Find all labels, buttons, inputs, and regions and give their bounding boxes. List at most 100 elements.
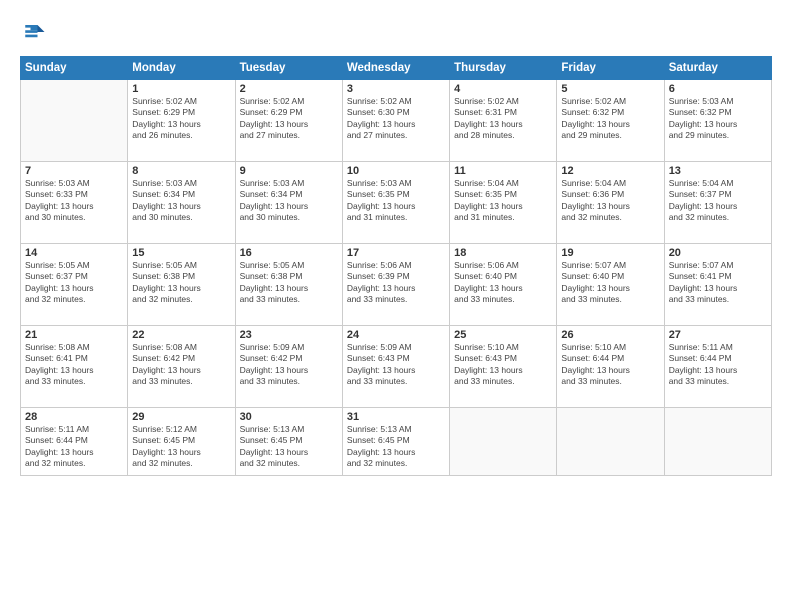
day-info: Sunrise: 5:02 AMSunset: 6:30 PMDaylight:… [347,96,445,142]
weekday-header-wednesday: Wednesday [342,57,449,80]
calendar-cell: 31Sunrise: 5:13 AMSunset: 6:45 PMDayligh… [342,408,449,476]
calendar-cell: 13Sunrise: 5:04 AMSunset: 6:37 PMDayligh… [664,162,771,244]
day-info: Sunrise: 5:02 AMSunset: 6:32 PMDaylight:… [561,96,659,142]
day-number: 4 [454,83,552,95]
day-info: Sunrise: 5:09 AMSunset: 6:43 PMDaylight:… [347,342,445,388]
day-info: Sunrise: 5:07 AMSunset: 6:40 PMDaylight:… [561,260,659,306]
calendar-cell: 24Sunrise: 5:09 AMSunset: 6:43 PMDayligh… [342,326,449,408]
calendar-cell: 4Sunrise: 5:02 AMSunset: 6:31 PMDaylight… [450,80,557,162]
weekday-header-row: SundayMondayTuesdayWednesdayThursdayFrid… [21,57,772,80]
day-info: Sunrise: 5:05 AMSunset: 6:37 PMDaylight:… [25,260,123,306]
day-info: Sunrise: 5:11 AMSunset: 6:44 PMDaylight:… [25,424,123,470]
day-number: 2 [240,83,338,95]
day-number: 26 [561,329,659,341]
calendar-cell [557,408,664,476]
day-number: 29 [132,411,230,423]
calendar-cell [450,408,557,476]
calendar-cell: 28Sunrise: 5:11 AMSunset: 6:44 PMDayligh… [21,408,128,476]
calendar-cell: 15Sunrise: 5:05 AMSunset: 6:38 PMDayligh… [128,244,235,326]
weekday-header-friday: Friday [557,57,664,80]
day-info: Sunrise: 5:13 AMSunset: 6:45 PMDaylight:… [240,424,338,470]
calendar-week-row: 21Sunrise: 5:08 AMSunset: 6:41 PMDayligh… [21,326,772,408]
day-number: 28 [25,411,123,423]
day-info: Sunrise: 5:05 AMSunset: 6:38 PMDaylight:… [132,260,230,306]
calendar-cell: 12Sunrise: 5:04 AMSunset: 6:36 PMDayligh… [557,162,664,244]
day-info: Sunrise: 5:03 AMSunset: 6:35 PMDaylight:… [347,178,445,224]
page: SundayMondayTuesdayWednesdayThursdayFrid… [0,0,792,612]
calendar-cell: 30Sunrise: 5:13 AMSunset: 6:45 PMDayligh… [235,408,342,476]
calendar-cell [21,80,128,162]
weekday-header-thursday: Thursday [450,57,557,80]
calendar-cell: 6Sunrise: 5:03 AMSunset: 6:32 PMDaylight… [664,80,771,162]
calendar-cell: 27Sunrise: 5:11 AMSunset: 6:44 PMDayligh… [664,326,771,408]
day-number: 22 [132,329,230,341]
calendar-cell: 14Sunrise: 5:05 AMSunset: 6:37 PMDayligh… [21,244,128,326]
day-number: 6 [669,83,767,95]
calendar-cell: 18Sunrise: 5:06 AMSunset: 6:40 PMDayligh… [450,244,557,326]
calendar-week-row: 7Sunrise: 5:03 AMSunset: 6:33 PMDaylight… [21,162,772,244]
day-info: Sunrise: 5:03 AMSunset: 6:33 PMDaylight:… [25,178,123,224]
day-info: Sunrise: 5:11 AMSunset: 6:44 PMDaylight:… [669,342,767,388]
day-info: Sunrise: 5:08 AMSunset: 6:42 PMDaylight:… [132,342,230,388]
calendar-cell: 16Sunrise: 5:05 AMSunset: 6:38 PMDayligh… [235,244,342,326]
day-info: Sunrise: 5:02 AMSunset: 6:29 PMDaylight:… [240,96,338,142]
calendar-cell: 11Sunrise: 5:04 AMSunset: 6:35 PMDayligh… [450,162,557,244]
day-number: 1 [132,83,230,95]
calendar-cell: 8Sunrise: 5:03 AMSunset: 6:34 PMDaylight… [128,162,235,244]
day-number: 16 [240,247,338,259]
day-number: 10 [347,165,445,177]
day-info: Sunrise: 5:05 AMSunset: 6:38 PMDaylight:… [240,260,338,306]
day-info: Sunrise: 5:04 AMSunset: 6:36 PMDaylight:… [561,178,659,224]
day-info: Sunrise: 5:07 AMSunset: 6:41 PMDaylight:… [669,260,767,306]
day-number: 15 [132,247,230,259]
day-info: Sunrise: 5:06 AMSunset: 6:40 PMDaylight:… [454,260,552,306]
calendar-cell: 2Sunrise: 5:02 AMSunset: 6:29 PMDaylight… [235,80,342,162]
day-info: Sunrise: 5:03 AMSunset: 6:32 PMDaylight:… [669,96,767,142]
calendar-cell: 29Sunrise: 5:12 AMSunset: 6:45 PMDayligh… [128,408,235,476]
calendar-table: SundayMondayTuesdayWednesdayThursdayFrid… [20,56,772,476]
day-info: Sunrise: 5:04 AMSunset: 6:35 PMDaylight:… [454,178,552,224]
calendar-cell: 7Sunrise: 5:03 AMSunset: 6:33 PMDaylight… [21,162,128,244]
calendar-cell: 19Sunrise: 5:07 AMSunset: 6:40 PMDayligh… [557,244,664,326]
logo-icon [20,18,48,46]
header [20,18,772,46]
day-number: 12 [561,165,659,177]
calendar-cell: 25Sunrise: 5:10 AMSunset: 6:43 PMDayligh… [450,326,557,408]
day-info: Sunrise: 5:10 AMSunset: 6:43 PMDaylight:… [454,342,552,388]
calendar-week-row: 14Sunrise: 5:05 AMSunset: 6:37 PMDayligh… [21,244,772,326]
day-number: 17 [347,247,445,259]
calendar-week-row: 1Sunrise: 5:02 AMSunset: 6:29 PMDaylight… [21,80,772,162]
day-number: 24 [347,329,445,341]
calendar-cell: 5Sunrise: 5:02 AMSunset: 6:32 PMDaylight… [557,80,664,162]
calendar-cell: 20Sunrise: 5:07 AMSunset: 6:41 PMDayligh… [664,244,771,326]
day-info: Sunrise: 5:03 AMSunset: 6:34 PMDaylight:… [240,178,338,224]
calendar-cell: 1Sunrise: 5:02 AMSunset: 6:29 PMDaylight… [128,80,235,162]
day-number: 14 [25,247,123,259]
day-info: Sunrise: 5:12 AMSunset: 6:45 PMDaylight:… [132,424,230,470]
calendar-cell: 3Sunrise: 5:02 AMSunset: 6:30 PMDaylight… [342,80,449,162]
calendar-cell [664,408,771,476]
calendar-cell: 23Sunrise: 5:09 AMSunset: 6:42 PMDayligh… [235,326,342,408]
day-number: 31 [347,411,445,423]
day-number: 19 [561,247,659,259]
day-info: Sunrise: 5:02 AMSunset: 6:31 PMDaylight:… [454,96,552,142]
day-info: Sunrise: 5:04 AMSunset: 6:37 PMDaylight:… [669,178,767,224]
day-number: 3 [347,83,445,95]
day-number: 30 [240,411,338,423]
day-number: 5 [561,83,659,95]
day-info: Sunrise: 5:08 AMSunset: 6:41 PMDaylight:… [25,342,123,388]
day-info: Sunrise: 5:13 AMSunset: 6:45 PMDaylight:… [347,424,445,470]
day-info: Sunrise: 5:10 AMSunset: 6:44 PMDaylight:… [561,342,659,388]
day-info: Sunrise: 5:02 AMSunset: 6:29 PMDaylight:… [132,96,230,142]
day-info: Sunrise: 5:09 AMSunset: 6:42 PMDaylight:… [240,342,338,388]
day-info: Sunrise: 5:03 AMSunset: 6:34 PMDaylight:… [132,178,230,224]
day-number: 23 [240,329,338,341]
day-number: 27 [669,329,767,341]
day-info: Sunrise: 5:06 AMSunset: 6:39 PMDaylight:… [347,260,445,306]
calendar-cell: 9Sunrise: 5:03 AMSunset: 6:34 PMDaylight… [235,162,342,244]
calendar-cell: 26Sunrise: 5:10 AMSunset: 6:44 PMDayligh… [557,326,664,408]
weekday-header-monday: Monday [128,57,235,80]
calendar-cell: 22Sunrise: 5:08 AMSunset: 6:42 PMDayligh… [128,326,235,408]
day-number: 20 [669,247,767,259]
calendar-week-row: 28Sunrise: 5:11 AMSunset: 6:44 PMDayligh… [21,408,772,476]
